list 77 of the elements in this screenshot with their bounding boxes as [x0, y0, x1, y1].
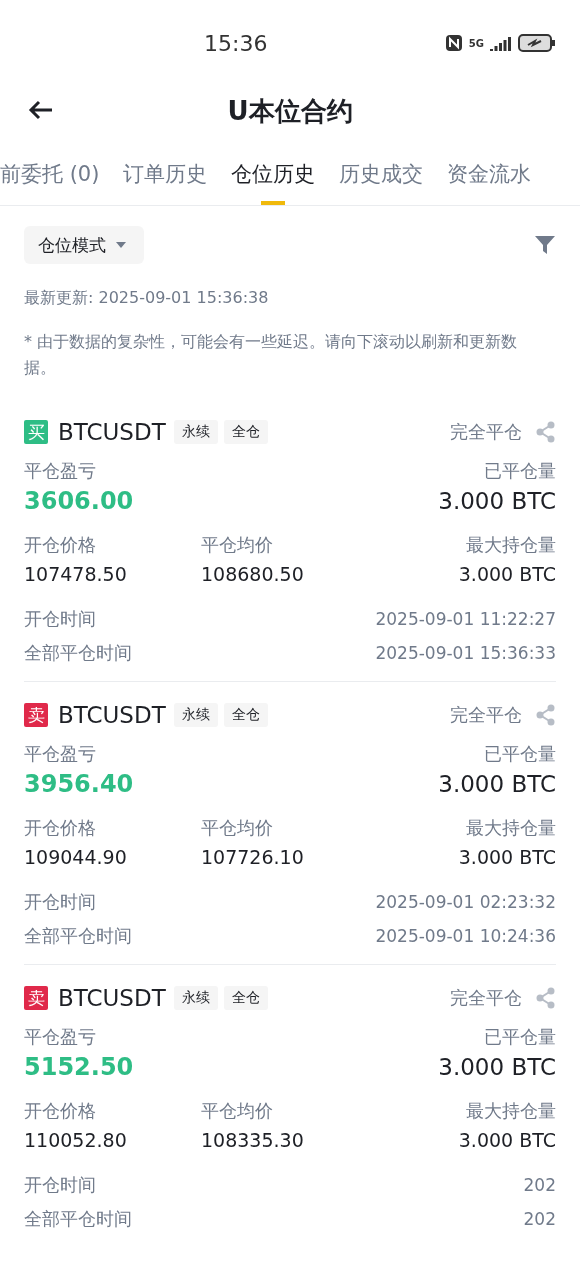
open-price: 110052.80 [24, 1129, 128, 1151]
side-badge: 卖 [24, 986, 48, 1010]
tab[interactable]: 订单历史 [123, 156, 208, 205]
label: 平仓盈亏 [24, 1025, 96, 1049]
max-position: 3.000 BTC [458, 563, 556, 585]
label: 全部平仓时间 [24, 1207, 132, 1231]
caret-icon [116, 242, 126, 248]
share-icon[interactable] [536, 987, 556, 1009]
side-badge: 卖 [24, 703, 48, 727]
label: 平仓均价 [201, 533, 274, 557]
label: 全部平仓时间 [24, 641, 132, 665]
share-icon[interactable] [536, 704, 556, 726]
label: 开仓时间 [24, 607, 96, 631]
pnl-value: 3956.40 [24, 770, 134, 798]
status-text: 完全平仓 [450, 703, 522, 727]
pnl-value: 3606.00 [24, 487, 134, 515]
label: 最大持仓量 [465, 533, 556, 557]
label: 最大持仓量 [465, 816, 556, 840]
close-time: 202 [523, 1209, 556, 1229]
page-title: U本位合约 [227, 94, 353, 128]
closed-amount: 3.000 BTC [438, 1054, 556, 1080]
max-position: 3.000 BTC [458, 1129, 556, 1151]
network-label: 5G [468, 37, 484, 49]
label: 已平仓量 [484, 459, 556, 483]
status-text: 完全平仓 [450, 986, 522, 1010]
tag: 永续 [173, 986, 218, 1010]
symbol: BTCUSDT [58, 702, 166, 728]
close-time: 2025-09-01 10:24:36 [375, 926, 556, 946]
label: 最大持仓量 [465, 1099, 556, 1123]
tab[interactable]: 资金流水 [447, 156, 532, 205]
label: 平仓均价 [201, 1099, 274, 1123]
tab[interactable]: 仓位历史 [231, 156, 316, 205]
label: 开仓时间 [24, 1173, 96, 1197]
close-price: 108335.30 [201, 1129, 305, 1151]
label: 平仓盈亏 [24, 742, 96, 766]
tag: 全仓 [223, 420, 268, 444]
symbol: BTCUSDT [58, 985, 166, 1011]
pnl-value: 5152.50 [24, 1053, 134, 1081]
label: 开仓时间 [24, 890, 96, 914]
open-price: 107478.50 [24, 563, 128, 585]
battery-icon [518, 34, 556, 52]
closed-amount: 3.000 BTC [438, 488, 556, 514]
open-time: 2025-09-01 11:22:27 [375, 609, 556, 629]
label: 平仓均价 [201, 816, 274, 840]
side-badge: 买 [24, 420, 48, 444]
nfc-icon [444, 34, 463, 52]
symbol: BTCUSDT [58, 419, 166, 445]
tag: 全仓 [223, 986, 268, 1010]
mode-dropdown[interactable]: 仓位模式 [24, 226, 144, 264]
share-icon[interactable] [536, 421, 556, 443]
max-position: 3.000 BTC [458, 846, 556, 868]
close-price: 108680.50 [201, 563, 305, 585]
tag: 永续 [173, 420, 218, 444]
label: 全部平仓时间 [24, 924, 132, 948]
open-time: 202 [523, 1175, 556, 1195]
close-price: 107726.10 [201, 846, 305, 868]
status-time: 15:36 [204, 30, 268, 56]
tag: 全仓 [223, 703, 268, 727]
filter-icon[interactable] [534, 234, 556, 256]
label: 开仓价格 [24, 1099, 97, 1123]
closed-amount: 3.000 BTC [438, 771, 556, 797]
label: 已平仓量 [484, 742, 556, 766]
close-time: 2025-09-01 15:36:33 [375, 643, 556, 663]
label: 开仓价格 [24, 816, 97, 840]
delay-note: * 由于数据的复杂性，可能会有一些延迟。请向下滚动以刷新和更新数据。 [24, 331, 519, 379]
label: 平仓盈亏 [24, 459, 96, 483]
tag: 永续 [173, 703, 218, 727]
status-text: 完全平仓 [450, 420, 522, 444]
tab[interactable]: 历史成交 [339, 156, 424, 205]
last-update-text: 最新更新: 2025-09-01 15:36:38 [24, 288, 270, 309]
open-price: 109044.90 [24, 846, 128, 868]
open-time: 2025-09-01 02:23:32 [375, 892, 556, 912]
tab[interactable]: 前委托 (0) [0, 156, 100, 205]
label: 已平仓量 [484, 1025, 556, 1049]
signal-icon [490, 35, 512, 51]
back-arrow-icon[interactable] [28, 99, 54, 121]
label: 开仓价格 [24, 533, 97, 557]
